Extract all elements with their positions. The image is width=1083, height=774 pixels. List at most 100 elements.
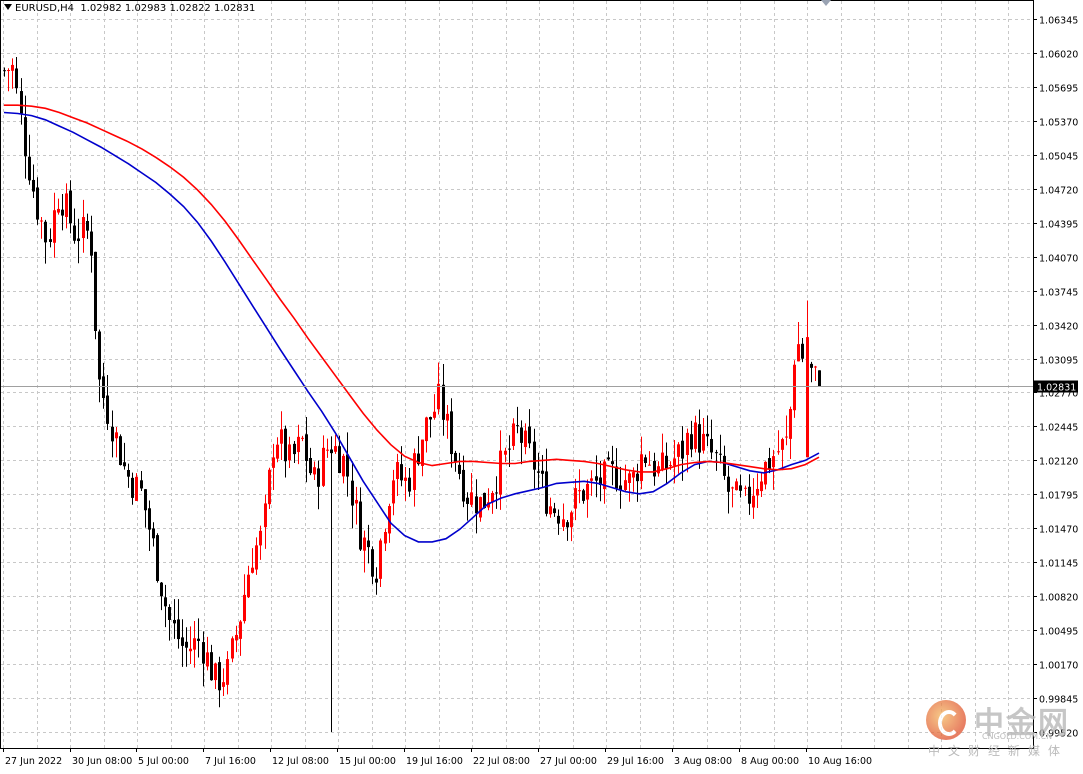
candle-body-bull xyxy=(297,436,300,453)
y-tick-label: 1.05695 xyxy=(1039,84,1078,95)
candle-body-bull xyxy=(479,497,482,518)
chart-shift-marker-icon xyxy=(821,0,831,6)
candle-body-bull xyxy=(632,472,635,478)
candle-body-bear xyxy=(69,190,72,224)
candle-body-bull xyxy=(53,210,56,243)
candle-body-bull xyxy=(206,652,209,667)
candle-body-bull xyxy=(57,208,60,213)
chart-area[interactable]: 1.06345 1.06020 1.05695 1.05370 1.05045 1.047… xyxy=(0,0,1083,769)
candle-body-bear xyxy=(44,221,47,243)
chart-svg[interactable]: 1.06345 1.06020 1.05695 1.05370 1.05045 1.047… xyxy=(0,0,1083,769)
cngold-logo-icon xyxy=(926,700,966,740)
candle-body-bull xyxy=(793,364,796,411)
candle-body-bear xyxy=(127,470,130,477)
candle-body-bear xyxy=(24,117,27,157)
collapse-triangle-icon[interactable] xyxy=(4,4,12,10)
candle-body-bear xyxy=(177,619,180,640)
x-tick-label: 29 Jul 16:00 xyxy=(607,756,664,767)
candle-body-bear xyxy=(636,473,639,482)
candle-body-bull xyxy=(628,473,631,484)
x-tick-label: 27 Jun 2022 xyxy=(5,756,62,767)
y-tick-label: 1.06020 xyxy=(1039,50,1078,61)
candle-body-bear xyxy=(611,461,614,465)
ohlc-values: 1.02982 1.02983 1.02822 1.02831 xyxy=(80,3,256,14)
candle-body-bull xyxy=(193,638,196,650)
candle-body-bull xyxy=(694,422,697,449)
candle-body-bull xyxy=(797,344,800,362)
candle-body-bull xyxy=(781,439,784,450)
candle-body-bear xyxy=(106,395,109,424)
candle-body-bull xyxy=(322,447,325,486)
candle-body-bear xyxy=(615,466,618,489)
candle-body-bull xyxy=(785,436,788,438)
y-tick-label: 1.00495 xyxy=(1039,627,1078,638)
candle-body-bull xyxy=(433,411,436,418)
candle-body-bear xyxy=(818,370,821,387)
candle-body-bear xyxy=(86,221,89,231)
x-tick-label: 10 Aug 16:00 xyxy=(808,756,872,767)
y-tick-label: 1.01470 xyxy=(1039,525,1078,536)
x-tick-label: 8 Aug 00:00 xyxy=(741,756,799,767)
candle-body-bull xyxy=(504,450,507,455)
watermark-cn: 中文财经新媒体 xyxy=(928,744,1069,758)
candle-body-bull xyxy=(379,540,382,579)
candle-body-bull xyxy=(760,481,763,492)
y-tick-label: 1.06345 xyxy=(1039,16,1078,27)
candle-body-bear xyxy=(284,428,287,462)
candle-body-bull xyxy=(446,413,449,421)
candle-body-bear xyxy=(148,508,151,530)
candle-body-bull xyxy=(214,663,217,681)
candle-body-bear xyxy=(371,549,374,577)
candle-body-bear xyxy=(528,426,531,444)
candle-body-bear xyxy=(710,438,713,453)
candle-body-bull xyxy=(499,450,502,495)
y-tick-label: 1.05370 xyxy=(1039,118,1078,129)
candle-body-bull xyxy=(65,193,68,218)
candle-body-bull xyxy=(239,621,242,639)
candle-body-bull xyxy=(363,537,366,551)
candle-body-bear xyxy=(520,427,523,443)
candle-body-bear xyxy=(140,480,143,489)
candle-body-bear xyxy=(15,68,18,89)
candle-body-bear xyxy=(545,471,548,514)
candle-body-bear xyxy=(73,225,76,241)
candle-body-bear xyxy=(801,343,804,359)
candle-body-bull xyxy=(355,499,358,504)
candle-body-bull xyxy=(259,530,262,546)
candle-body-bear xyxy=(508,448,511,450)
candle-body-bear xyxy=(197,638,200,641)
watermark-logo: 中金网 CNGOLD.COM.CN 中文财经新媒体 xyxy=(920,694,1075,760)
candle-body-bull xyxy=(326,449,329,451)
candle-body-bear xyxy=(541,470,544,474)
candle-body-bear xyxy=(28,156,31,181)
candle-body-bull xyxy=(226,659,229,685)
candle-body-bear xyxy=(98,331,101,380)
candle-body-bear xyxy=(533,441,536,470)
candle-body-bear xyxy=(359,501,362,550)
y-tick-label: 1.05045 xyxy=(1039,152,1078,163)
candle-body-bull xyxy=(772,456,775,468)
candle-body-bear xyxy=(595,476,598,481)
candle-body-bull xyxy=(661,452,664,470)
candle-body-bull xyxy=(752,495,755,508)
candle-body-bear xyxy=(77,238,80,242)
candle-body-bear xyxy=(317,468,320,487)
candle-body-bear xyxy=(36,187,39,220)
candle-body-bull xyxy=(470,492,473,505)
candle-body-bull xyxy=(677,444,680,457)
candle-body-bear xyxy=(61,209,64,216)
candle-body-bear xyxy=(719,453,722,455)
x-tick-label: 27 Jul 00:00 xyxy=(540,756,597,767)
candle-body-bear xyxy=(442,384,445,420)
candle-body-bull xyxy=(276,444,279,459)
candle-body-bull xyxy=(243,594,246,622)
candle-body-bull xyxy=(11,64,14,71)
candle-body-bear xyxy=(346,454,349,477)
x-tick-label: 22 Jul 08:00 xyxy=(473,756,530,767)
ma-line-slow xyxy=(4,104,820,473)
candle-body-bear xyxy=(429,417,432,420)
candle-body-bull xyxy=(247,574,250,598)
candle-body-bear xyxy=(607,457,610,460)
candle-body-bear xyxy=(168,607,171,620)
candle-body-bull xyxy=(404,477,407,481)
